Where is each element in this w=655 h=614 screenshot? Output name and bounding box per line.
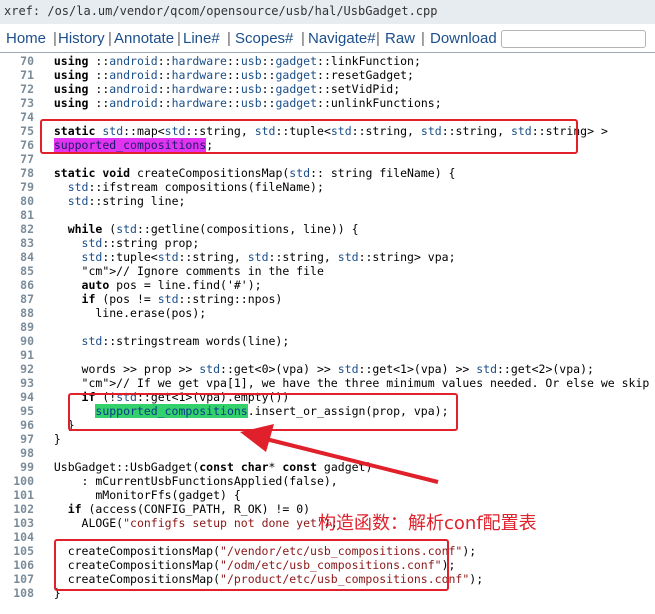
annotation-text: 构造函数：解析conf配置表 [318,513,537,534]
